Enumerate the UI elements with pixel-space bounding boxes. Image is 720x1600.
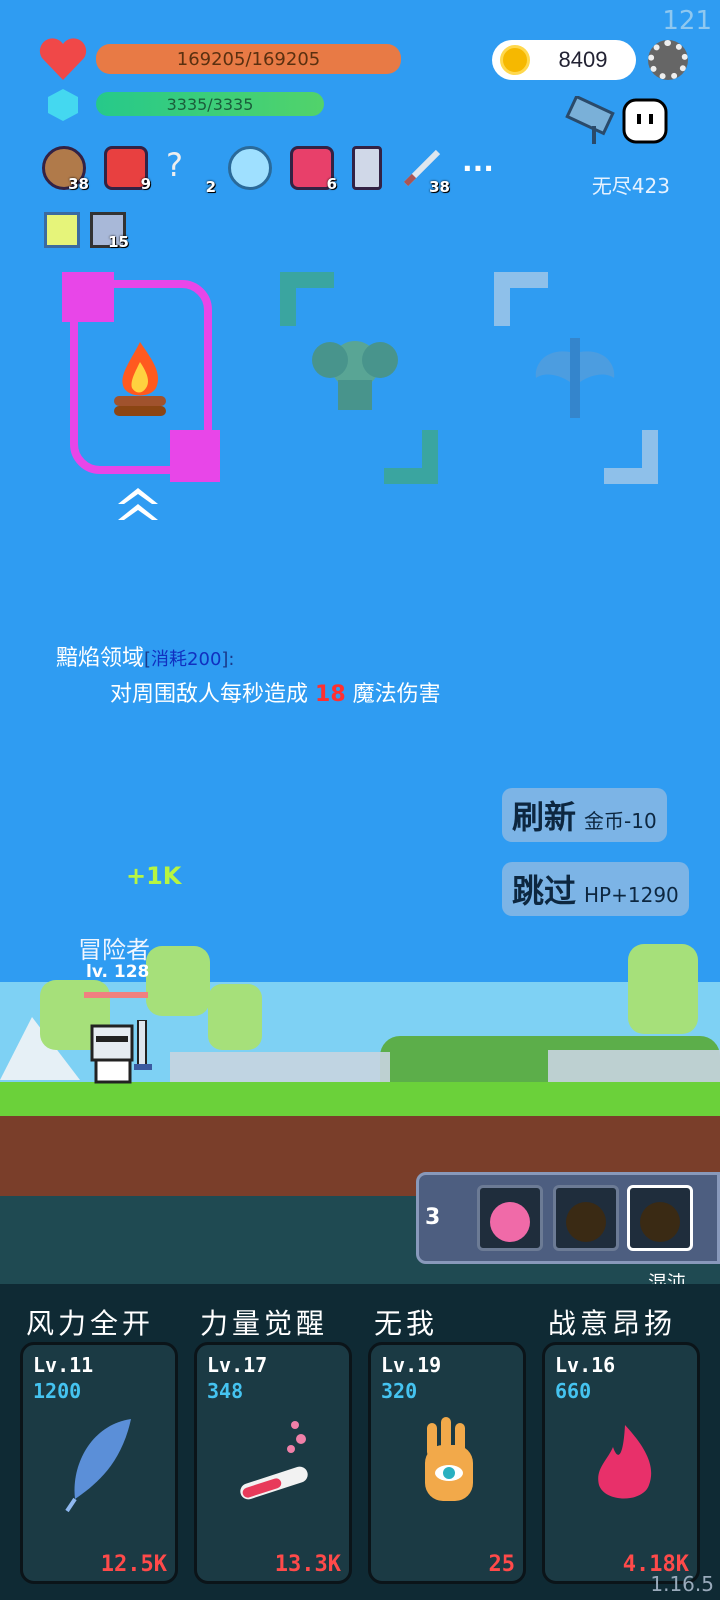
inventory-row: 38 9 ? 2 6 38 ··· xyxy=(42,146,494,196)
hero-hp-bar xyxy=(84,992,148,998)
coin-icon xyxy=(500,45,530,75)
potion-count: 3 xyxy=(425,1205,441,1230)
chevron-up-icon xyxy=(118,488,158,520)
shield-icon[interactable]: 38 xyxy=(42,146,89,193)
ghost-icon[interactable] xyxy=(620,96,670,146)
card-corner xyxy=(384,430,438,484)
skip-button[interactable]: 跳过 HP+1290 xyxy=(502,862,689,916)
magnifier-icon[interactable] xyxy=(228,146,272,190)
skill-name-1: 风力全开 xyxy=(26,1307,155,1340)
version-label: 1.16.5 xyxy=(650,1572,714,1596)
inventory-row-2: 15 xyxy=(44,212,129,251)
potion-bar: 3 xyxy=(416,1172,720,1264)
skill-card-2[interactable]: Lv.17 348 13.3K xyxy=(194,1342,352,1584)
jam-jar-icon[interactable]: 6 xyxy=(290,146,337,193)
skill-card-selected[interactable] xyxy=(70,280,212,474)
hook-icon[interactable]: ? 2 xyxy=(166,146,216,196)
flame-icon xyxy=(598,1425,652,1499)
card-corner xyxy=(604,430,658,484)
gain-popup: +1K xyxy=(126,862,182,890)
hp-bar: 169205/169205 xyxy=(96,44,401,74)
fps-counter: 121 xyxy=(662,6,712,36)
eye-hand-icon xyxy=(425,1417,473,1501)
tree xyxy=(208,984,262,1050)
sock-icon[interactable]: 9 xyxy=(104,146,151,193)
skill-description: 对周围敌人每秒造成 18 魔法伤害 xyxy=(110,682,441,707)
skill-name-4: 战意昂扬 xyxy=(548,1307,677,1340)
feather-icon xyxy=(65,1419,131,1513)
fence xyxy=(170,1052,390,1082)
skill-name: 黯焰领域 xyxy=(56,646,145,671)
skill-card-1[interactable]: Lv.11 1200 12.5K xyxy=(20,1342,178,1584)
endless-level: 无尽423 xyxy=(591,174,670,198)
skill-title: 黯焰领域[消耗200]: xyxy=(56,646,235,671)
card-corner xyxy=(494,272,548,326)
hero-level: lv. 128 xyxy=(86,962,150,982)
coin-counter: 8409 xyxy=(492,40,636,80)
plant-creature-icon xyxy=(312,341,398,410)
skill-name-2: 力量觉醒 xyxy=(200,1307,329,1340)
sword-icon[interactable]: 38 xyxy=(400,146,450,196)
gear-icon[interactable] xyxy=(648,40,688,80)
double-axe-icon xyxy=(535,338,615,418)
card-corner xyxy=(280,272,334,326)
grass xyxy=(0,1082,720,1116)
lamp-icon[interactable] xyxy=(44,212,80,248)
refresh-button[interactable]: 刷新 金币-10 xyxy=(502,788,667,842)
mace-icon[interactable] xyxy=(352,146,382,190)
hero-name: 冒险者 xyxy=(78,936,150,964)
coin-value: 8409 xyxy=(558,47,608,72)
potion-slot-dark[interactable] xyxy=(553,1185,619,1251)
gem-icon xyxy=(48,89,78,121)
chaos-potion-icon xyxy=(640,1202,680,1242)
shard-icon[interactable]: 15 xyxy=(90,212,129,251)
knight-sprite[interactable] xyxy=(86,1020,158,1084)
skill-cost: 消耗200 xyxy=(151,649,222,670)
skill-card-3[interactable]: Lv.19 320 25 xyxy=(368,1342,526,1584)
heart-icon xyxy=(39,38,87,80)
skill-damage-value: 18 xyxy=(315,682,346,707)
tree xyxy=(146,946,210,1016)
more-items-icon[interactable]: ··· xyxy=(462,152,494,185)
skill-card-4[interactable]: Lv.16 660 4.18K xyxy=(542,1342,700,1584)
pink-potion-icon xyxy=(490,1202,530,1242)
mana-bar: 3335/3335 xyxy=(96,92,324,116)
fence xyxy=(548,1050,720,1082)
skill-card-axe[interactable] xyxy=(530,334,620,424)
potion-slot-pink[interactable] xyxy=(477,1185,543,1251)
test-tube-icon xyxy=(240,1421,308,1500)
skill-card-plant[interactable] xyxy=(300,320,410,430)
dark-potion-icon xyxy=(566,1202,606,1242)
campfire-icon xyxy=(114,342,166,416)
potion-slot-chaos[interactable] xyxy=(627,1185,693,1251)
skill-name-3: 无我 xyxy=(374,1307,439,1340)
tree xyxy=(628,944,698,1034)
signpost-icon[interactable] xyxy=(562,96,618,146)
